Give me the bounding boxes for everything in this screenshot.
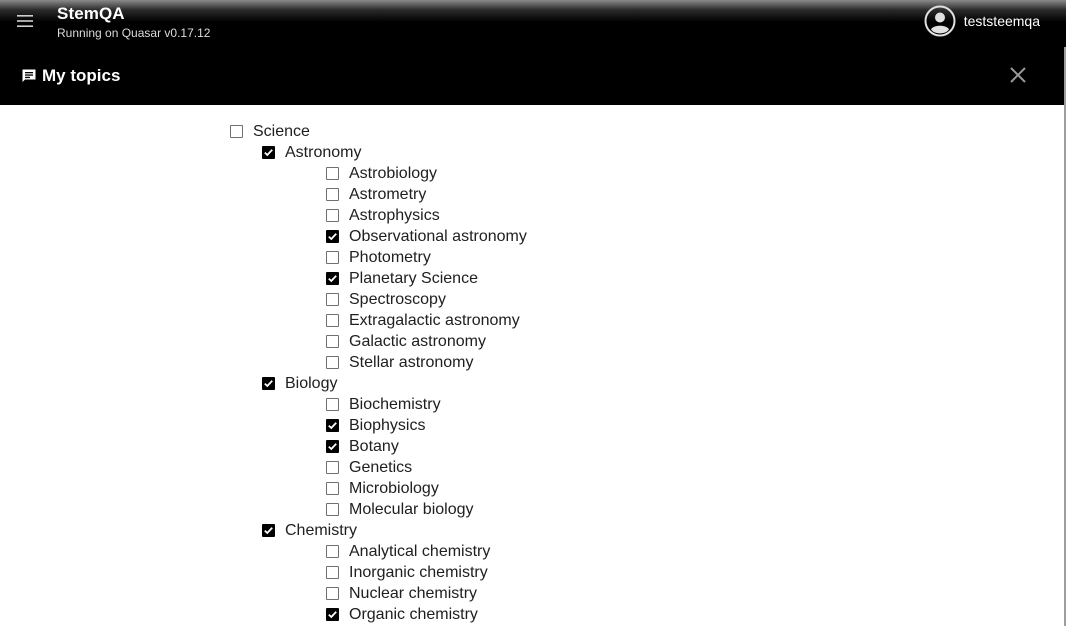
checkbox[interactable] bbox=[326, 314, 339, 327]
topic-item[interactable]: Photometry bbox=[0, 247, 1060, 268]
topic-item[interactable]: Organic chemistry bbox=[0, 604, 1060, 625]
checkbox[interactable] bbox=[326, 167, 339, 180]
checkbox-checked[interactable] bbox=[326, 230, 339, 243]
checkbox-checked[interactable] bbox=[326, 608, 339, 621]
checkmark-icon bbox=[264, 527, 273, 535]
checkbox-checked[interactable] bbox=[326, 419, 339, 432]
topic-label: Chemistry bbox=[285, 521, 358, 539]
topic-item[interactable]: Astrophysics bbox=[0, 205, 1060, 226]
topic-label: Botany bbox=[349, 437, 399, 455]
topic-item[interactable]: Biophysics bbox=[0, 415, 1060, 436]
checkmark-icon bbox=[328, 422, 337, 430]
topic-item[interactable]: Galactic astronomy bbox=[0, 331, 1060, 352]
dialog-toolbar: My topics bbox=[0, 47, 1064, 105]
checkbox-checked[interactable] bbox=[262, 146, 275, 159]
checkbox-checked[interactable] bbox=[326, 440, 339, 453]
topic-label: Molecular biology bbox=[349, 500, 474, 518]
dialog-title: My topics bbox=[21, 66, 120, 86]
topic-label: Extragalactic astronomy bbox=[349, 311, 520, 329]
topic-item[interactable]: Analytical chemistry bbox=[0, 541, 1060, 562]
topic-item[interactable]: Astrobiology bbox=[0, 163, 1060, 184]
checkmark-icon bbox=[264, 149, 273, 157]
checkbox[interactable] bbox=[326, 209, 339, 222]
topic-label: Biophysics bbox=[349, 416, 426, 434]
topic-tree: Science Astronomy Astrobiology Astrometry As… bbox=[0, 121, 1060, 625]
topic-item[interactable]: Science bbox=[0, 121, 1060, 142]
topic-item[interactable]: Chemistry bbox=[0, 520, 1060, 541]
checkbox-checked[interactable] bbox=[262, 524, 275, 537]
topic-label: Nuclear chemistry bbox=[349, 584, 478, 602]
topic-item[interactable]: Microbiology bbox=[0, 478, 1060, 499]
topic-label: Biology bbox=[285, 374, 338, 392]
topic-item[interactable]: Planetary Science bbox=[0, 268, 1060, 289]
close-icon bbox=[1010, 66, 1026, 88]
checkbox[interactable] bbox=[230, 125, 243, 138]
topic-label: Astrophysics bbox=[349, 206, 440, 224]
topic-label: Organic chemistry bbox=[349, 605, 478, 623]
topic-label: Genetics bbox=[349, 458, 413, 476]
menu-icon bbox=[17, 14, 33, 32]
topic-label: Spectroscopy bbox=[349, 290, 446, 308]
topic-label: Astrometry bbox=[349, 185, 427, 203]
topic-item[interactable]: Genetics bbox=[0, 457, 1060, 478]
checkbox[interactable] bbox=[326, 398, 339, 411]
checkmark-icon bbox=[328, 611, 337, 619]
topic-item[interactable]: Inorganic chemistry bbox=[0, 562, 1060, 583]
topic-label: Observational astronomy bbox=[349, 227, 527, 245]
checkbox[interactable] bbox=[326, 188, 339, 201]
topic-label: Stellar astronomy bbox=[349, 353, 474, 371]
checkmark-icon bbox=[328, 443, 337, 451]
checkbox-checked[interactable] bbox=[262, 377, 275, 390]
username: teststeemqa bbox=[963, 13, 1040, 29]
topic-item[interactable]: Nuclear chemistry bbox=[0, 583, 1060, 604]
topic-label: Inorganic chemistry bbox=[349, 563, 488, 581]
topic-item[interactable]: Astronomy bbox=[0, 142, 1060, 163]
checkbox[interactable] bbox=[326, 251, 339, 264]
topic-label: Galactic astronomy bbox=[349, 332, 486, 350]
app-title: StemQA bbox=[57, 4, 125, 23]
dialog-title-label: My topics bbox=[42, 66, 121, 85]
forum-icon bbox=[21, 68, 37, 84]
checkbox[interactable] bbox=[326, 503, 339, 516]
checkbox[interactable] bbox=[326, 566, 339, 579]
topic-item[interactable]: Biology bbox=[0, 373, 1060, 394]
checkbox[interactable] bbox=[326, 461, 339, 474]
topic-item[interactable]: Biochemistry bbox=[0, 394, 1060, 415]
topic-label: Astronomy bbox=[285, 143, 362, 161]
topic-label: Biochemistry bbox=[349, 395, 441, 413]
checkmark-icon bbox=[328, 233, 337, 241]
checkbox-checked[interactable] bbox=[326, 272, 339, 285]
app-subtitle: Running on Quasar v0.17.12 bbox=[57, 26, 211, 40]
topic-label: Photometry bbox=[349, 248, 431, 266]
checkbox[interactable] bbox=[326, 587, 339, 600]
topic-item[interactable]: Botany bbox=[0, 436, 1060, 457]
topic-label: Astrobiology bbox=[349, 164, 438, 182]
account-circle-icon bbox=[924, 5, 956, 37]
user-menu[interactable]: teststeemqa bbox=[924, 5, 1040, 37]
checkbox[interactable] bbox=[326, 335, 339, 348]
topic-label: Science bbox=[253, 122, 310, 140]
topic-item[interactable]: Extragalactic astronomy bbox=[0, 310, 1060, 331]
close-button[interactable] bbox=[1006, 65, 1030, 89]
checkbox[interactable] bbox=[326, 545, 339, 558]
checkbox[interactable] bbox=[326, 482, 339, 495]
topic-label: Planetary Science bbox=[349, 269, 478, 287]
topic-label: Microbiology bbox=[349, 479, 439, 497]
topic-item[interactable]: Spectroscopy bbox=[0, 289, 1060, 310]
topic-item[interactable]: Stellar astronomy bbox=[0, 352, 1060, 373]
menu-button[interactable] bbox=[12, 10, 38, 36]
checkmark-icon bbox=[328, 275, 337, 283]
app-header: StemQA Running on Quasar v0.17.12 testst… bbox=[0, 0, 1066, 47]
checkmark-icon bbox=[264, 380, 273, 388]
topic-item[interactable]: Molecular biology bbox=[0, 499, 1060, 520]
checkbox[interactable] bbox=[326, 293, 339, 306]
checkbox[interactable] bbox=[326, 356, 339, 369]
topic-label: Analytical chemistry bbox=[349, 542, 491, 560]
topic-item[interactable]: Astrometry bbox=[0, 184, 1060, 205]
topic-item[interactable]: Observational astronomy bbox=[0, 226, 1060, 247]
